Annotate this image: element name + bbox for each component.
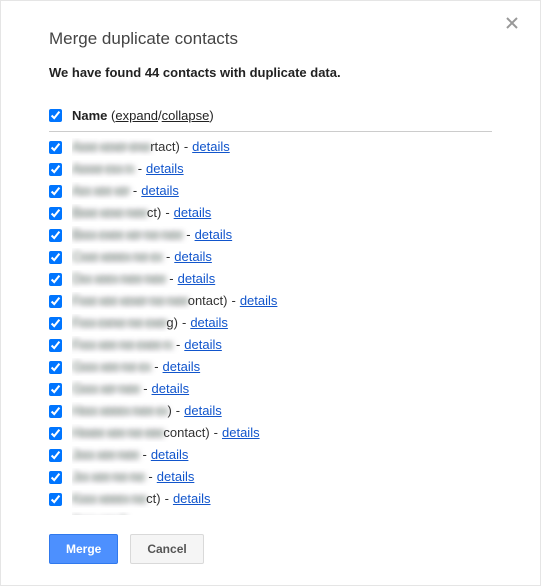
contact-checkbox[interactable] (49, 449, 62, 462)
contacts-scroll[interactable]: Axxe xexer erxertact)-details Axxxe exx r… (49, 136, 492, 516)
contact-name: Hxxx xeeex rxee ex)-details (72, 402, 492, 420)
contact-checkbox[interactable] (49, 163, 62, 176)
contact-checkbox[interactable] (49, 405, 62, 418)
contact-row: Fxxe xee xexer rxe rxeeontact)-details (49, 290, 492, 312)
contact-row: Axxe xexer erxertact)-details (49, 136, 492, 158)
select-all-checkbox[interactable] (49, 109, 62, 122)
dialog-title: Merge duplicate contacts (49, 29, 492, 49)
contact-name: Fxxe xee xexer rxe rxeeontact)-details (72, 292, 492, 310)
contact-name: Hxxee xee rxe eee contact)-details (72, 424, 492, 442)
contact-name: Axxe xexer erxertact)-details (72, 138, 492, 156)
details-link[interactable]: details (240, 292, 278, 310)
contact-name: Jxx xee rxe rxe-details (72, 468, 492, 486)
contact-checkbox[interactable] (49, 427, 62, 440)
contact-checkbox[interactable] (49, 229, 62, 242)
details-link[interactable]: details (146, 160, 184, 178)
contact-checkbox[interactable] (49, 273, 62, 286)
contact-name: Fxxx exrxe rxe exerg)-details (72, 314, 492, 332)
contact-row: Fxxx exrxe rxe exerg)-details (49, 312, 492, 334)
contact-name: Fxxx xee rxe exee rx-details (72, 336, 492, 354)
contact-row: Jxxx xee rxee-details (49, 444, 492, 466)
contact-checkbox[interactable] (49, 207, 62, 220)
contact-name: Bxxx exee xer rxe rxee-details (72, 226, 492, 244)
details-link[interactable]: details (173, 490, 211, 508)
close-icon[interactable] (506, 17, 522, 33)
contact-name: Kxxx xeeex rxect)-details (72, 490, 492, 508)
contact-name: Jxxx xee rxee-details (72, 446, 492, 464)
contact-row: Hxxee xee rxe eee contact)-details (49, 422, 492, 444)
details-link[interactable]: details (190, 314, 228, 332)
contact-row: Fxxx xee rxe exee rx-details (49, 334, 492, 356)
contact-name: Axxxe exx rx-details (72, 160, 492, 178)
found-summary: We have found 44 contacts with duplicate… (49, 65, 492, 80)
details-link[interactable]: details (174, 204, 212, 222)
contact-checkbox[interactable] (49, 185, 62, 198)
contact-row: Axx xee xer-details (49, 180, 492, 202)
contact-row: Gxxx xer rxee-details (49, 378, 492, 400)
contact-name: Bxxe xexe rxeect)-details (72, 204, 492, 222)
contact-checkbox[interactable] (49, 339, 62, 352)
details-link[interactable]: details (163, 358, 201, 376)
column-name-label: Name (72, 108, 107, 123)
contact-checkbox[interactable] (49, 251, 62, 264)
details-link[interactable]: details (157, 468, 195, 486)
contact-name: Gxxx xee rxe ex-details (72, 358, 492, 376)
contact-checkbox[interactable] (49, 317, 62, 330)
expand-all-link[interactable]: expand (115, 108, 158, 123)
details-link[interactable]: details (222, 424, 260, 442)
contact-name: Axx xee xer-details (72, 182, 492, 200)
contact-checkbox[interactable] (49, 295, 62, 308)
contact-row: Cxxe xeeex rxe ex-details (49, 246, 492, 268)
contact-row: Gxxx xee rxe ex-details (49, 356, 492, 378)
contact-checkbox[interactable] (49, 383, 62, 396)
details-link[interactable]: details (152, 380, 190, 398)
contact-checkbox[interactable] (49, 361, 62, 374)
details-link[interactable]: details (178, 270, 216, 288)
details-link[interactable]: details (184, 402, 222, 420)
details-link[interactable]: details (174, 248, 212, 266)
cancel-button[interactable]: Cancel (130, 534, 203, 564)
details-link[interactable]: details (195, 226, 233, 244)
details-link[interactable]: details (151, 446, 189, 464)
details-link[interactable]: details (141, 182, 179, 200)
contact-name: Cxxe xeeex rxe ex-details (72, 248, 492, 266)
contact-row: Kxxx xeeex rxect)-details (49, 488, 492, 510)
contact-checkbox[interactable] (49, 471, 62, 484)
collapse-all-link[interactable]: collapse (162, 108, 210, 123)
contact-row: Jxx xee rxe rxe-details (49, 466, 492, 488)
contact-row: Bxxx exee xer rxe rxee-details (49, 224, 492, 246)
contact-row: Hxxx xeeex rxee ex)-details (49, 400, 492, 422)
contact-row: Dxx xeex rxee rxee-details (49, 268, 492, 290)
details-link[interactable]: details (184, 336, 222, 354)
merge-contacts-dialog: Merge duplicate contacts We have found 4… (0, 0, 541, 586)
details-link[interactable]: details (192, 138, 230, 156)
contact-checkbox[interactable] (49, 493, 62, 506)
contact-name: Dxx xeex rxee rxee-details (72, 270, 492, 288)
contact-name: Gxxx xer rxee-details (72, 380, 492, 398)
merge-button[interactable]: Merge (49, 534, 118, 564)
contact-row: Axxxe exx rx-details (49, 158, 492, 180)
contact-row: Bxxe xexe rxeect)-details (49, 202, 492, 224)
contact-checkbox[interactable] (49, 141, 62, 154)
